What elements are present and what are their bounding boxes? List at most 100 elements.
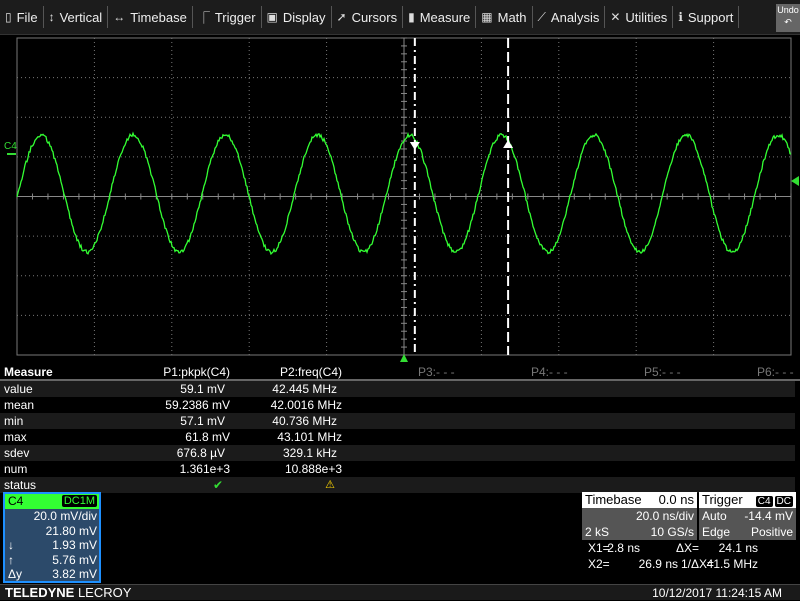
row-label: mean: [4, 397, 34, 413]
x1-value: 2.8 ns: [607, 540, 640, 556]
timebase-descriptor[interactable]: Timebase 0.0 ns 20.0 ns/div 2 kS 10 GS/s: [582, 492, 697, 540]
info-icon: ℹ: [678, 10, 683, 24]
undo-button[interactable]: Undo ↶: [776, 4, 800, 32]
menu-label: File: [17, 10, 38, 25]
trigger-mode: Auto: [702, 509, 727, 523]
measure-row: max 61.8 mV 43.101 MHz: [0, 429, 800, 445]
file-icon: ▯: [5, 10, 12, 24]
trigger-type: Edge: [702, 525, 730, 539]
row-label: sdev: [4, 445, 29, 461]
menu-label: Trigger: [215, 10, 256, 25]
row-label: min: [4, 413, 23, 429]
channel-c4-ground-marker: [7, 153, 16, 155]
undo-label: Undo: [776, 4, 800, 16]
column-p4[interactable]: P4:- - -: [531, 364, 568, 380]
menu-label: Math: [498, 10, 527, 25]
x2-label: X2=: [588, 556, 610, 572]
channel-offset: 21.80 mV: [46, 524, 97, 539]
sample-count: 2 kS: [585, 525, 609, 539]
trigger-coupling-badge: DC: [775, 496, 793, 507]
measure-row: status ✔ ⚠: [0, 477, 795, 493]
menu-analysis[interactable]: ⟋ Analysis: [533, 6, 606, 28]
trigger-slope: Positive: [751, 524, 793, 540]
menu-timebase[interactable]: ↔ Timebase: [108, 6, 193, 28]
menu-math[interactable]: ▦ Math: [476, 6, 532, 28]
row-label: num: [4, 461, 27, 477]
cursor-y2-value: 5.76 mV: [52, 553, 97, 568]
menu-measure[interactable]: ▮ Measure: [403, 6, 476, 28]
trigger-source-badge: C4: [756, 496, 773, 507]
measure-row: value 59.1 mV 42.445 MHz: [0, 381, 795, 397]
dx-label: ΔX=: [676, 540, 699, 556]
teledyne-lecroy-logo: TELEDYNE LECROY: [5, 585, 131, 601]
cursor-down-icon: ↓: [8, 538, 14, 553]
x2-value: 26.9 ns: [639, 556, 678, 572]
trigger-icon: ⎾: [198, 9, 210, 26]
trigger-level: -14.4 mV: [744, 508, 793, 524]
p1-value: 676.8 µV: [177, 445, 225, 461]
sample-rate: 10 GS/s: [651, 524, 694, 540]
p2-value: 40.736 MHz: [272, 413, 337, 429]
display-icon: ▣: [267, 10, 278, 24]
chart-icon: ⟋: [538, 10, 546, 25]
channel-name: C4: [8, 494, 23, 508]
menu-support[interactable]: ℹ Support: [673, 6, 739, 28]
coupling-badge: DC1M: [62, 495, 97, 507]
channel-c4-label: C4: [4, 141, 17, 152]
timebase-title: Timebase: [585, 492, 642, 507]
menu-cursors[interactable]: ➚ Cursors: [332, 6, 404, 28]
measure-title: Measure: [4, 364, 53, 380]
p2-value: 43.101 MHz: [277, 429, 342, 445]
p1-value: 59.1 mV: [180, 381, 225, 397]
channel-c4-descriptor[interactable]: C4 DC1M 20.0 mV/div 21.80 mV ↓ 1.93 mV ↑ 5.…: [3, 492, 101, 583]
tools-icon: ✕: [610, 10, 620, 24]
trigger-descriptor[interactable]: Trigger C4 DC Auto -14.4 mV Edge Positive: [699, 492, 796, 540]
delta-y-value: 3.82 mV: [52, 567, 97, 582]
vertical-arrows-icon: ↕: [49, 10, 55, 24]
cursor-up-icon: ↑: [8, 553, 14, 568]
measure-row: sdev 676.8 µV 329.1 kHz: [0, 445, 795, 461]
volts-per-div: 20.0 mV/div: [34, 509, 97, 524]
dx-value: 24.1 ns: [719, 540, 758, 556]
column-p2[interactable]: P2:freq(C4): [280, 364, 342, 380]
p2-value: 42.0016 MHz: [271, 397, 342, 413]
trigger-title: Trigger: [702, 492, 743, 507]
status-warning-icon: ⚠: [325, 477, 335, 493]
cursor-y1-value: 1.93 mV: [52, 538, 97, 553]
p1-value: 57.1 mV: [180, 413, 225, 429]
ruler-icon: ▮: [408, 10, 415, 24]
waveform-grid[interactable]: C4: [0, 36, 800, 362]
p2-value: 10.888e+3: [285, 461, 342, 477]
menu-label: Support: [688, 10, 734, 25]
measure-row: mean 59.2386 mV 42.0016 MHz: [0, 397, 800, 413]
row-label: max: [4, 429, 27, 445]
column-p5[interactable]: P5:- - -: [644, 364, 681, 380]
menu-vertical[interactable]: ↕ Vertical: [44, 6, 109, 28]
menu-trigger[interactable]: ⎾ Trigger: [193, 6, 262, 28]
p1-value: 59.2386 mV: [165, 397, 230, 413]
menu-label: Display: [283, 10, 326, 25]
row-label: value: [4, 381, 33, 397]
measure-header: Measure P1:pkpk(C4) P2:freq(C4) P3:- - -…: [0, 364, 800, 381]
column-p3[interactable]: P3:- - -: [418, 364, 455, 380]
status-ok-icon: ✔: [213, 477, 223, 493]
p1-value: 1.361e+3: [180, 461, 230, 477]
time-per-div: 20.0 ns/div: [636, 508, 694, 524]
column-p6[interactable]: P6:- - -: [757, 364, 794, 380]
p2-value: 42.445 MHz: [272, 381, 337, 397]
measure-row: min 57.1 mV 40.736 MHz: [0, 413, 795, 429]
inv-dx-value: 41.5 MHz: [707, 556, 758, 572]
measure-row: num 1.361e+3 10.888e+3: [0, 461, 800, 477]
menu-file[interactable]: ▯ File: [0, 6, 44, 28]
menu-label: Timebase: [130, 10, 187, 25]
trigger-level-marker-icon: [791, 176, 799, 186]
menu-label: Analysis: [551, 10, 599, 25]
timebase-delay: 0.0 ns: [659, 492, 694, 508]
menu-label: Measure: [420, 10, 471, 25]
calculator-icon: ▦: [481, 10, 492, 24]
menu-utilities[interactable]: ✕ Utilities: [605, 6, 673, 28]
column-p1[interactable]: P1:pkpk(C4): [163, 364, 230, 380]
menu-display[interactable]: ▣ Display: [262, 6, 332, 28]
cursor-icon: ➚: [337, 10, 347, 24]
menu-label: Cursors: [352, 10, 398, 25]
